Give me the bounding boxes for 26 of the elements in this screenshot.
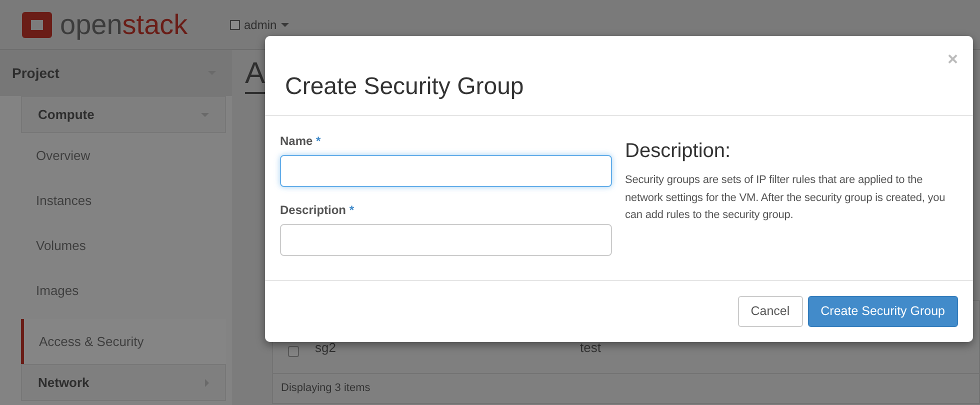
row-checkbox[interactable] [288,346,299,357]
input-field[interactable] [280,155,612,187]
cancel-button[interactable]: Cancel [738,296,803,327]
project-menu[interactable]: admin [244,16,277,34]
create-button[interactable]: Create Security Group [808,296,958,327]
table-footer-text: Displaying 3 items [273,373,979,403]
sidebar-item[interactable]: Volumes [21,223,226,268]
field-label: Description * [280,202,356,219]
logo-icon [22,12,52,38]
sidebar-item[interactable]: Instances [21,178,226,223]
sidebar-group-header[interactable]: Network [21,364,226,401]
project-icon [230,20,240,30]
help-text: Security groups are sets of IP filter rules that are applied to the network settings for the VM. After the security group is created, you can add rules to the security group. [625,173,946,224]
sidebar-item[interactable]: Overview [21,133,226,178]
table-cell-text: sg2 [315,338,337,357]
sidebar-item[interactable]: Images [21,268,226,313]
brand-logo-text[interactable]: openstack [60,10,188,38]
sidebar-group-header[interactable]: Compute [21,96,226,133]
input-field[interactable] [280,224,612,256]
close-button[interactable]: × [947,50,958,68]
help-heading: Description: [625,140,732,162]
field-label: Name * [280,133,322,150]
table-cell-text: test [580,338,601,356]
modal-title: Create Security Group [285,74,524,100]
sidebar-panel-header[interactable]: Project [0,50,232,96]
caret-icon [280,22,289,26]
